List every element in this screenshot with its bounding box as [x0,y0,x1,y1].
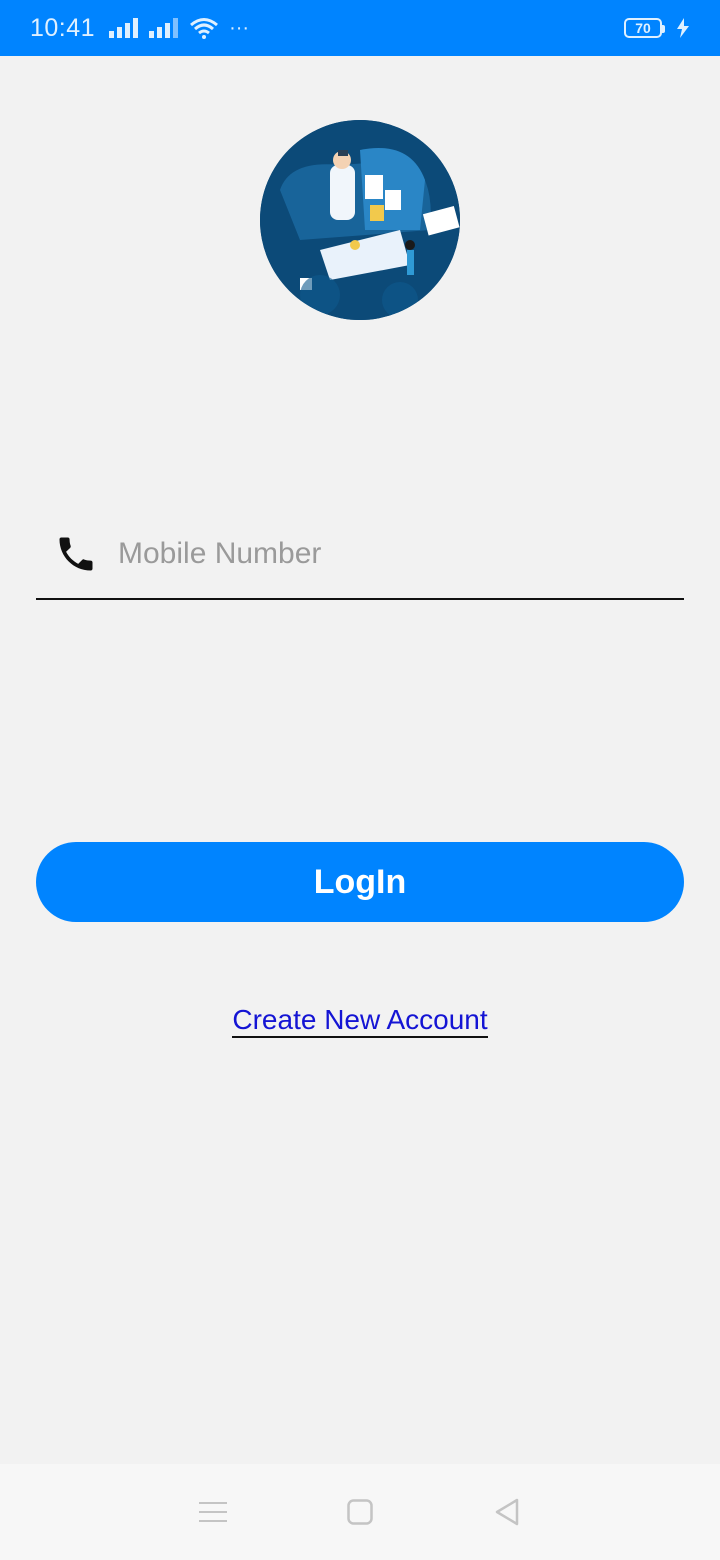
login-screen: 10:41 ··· 70 Mobile Number LogIn Create … [0,0,720,1560]
status-icons: ··· [109,17,249,40]
nav-menu-button[interactable] [191,1490,235,1534]
wifi-icon [190,18,219,39]
status-bar: 10:41 ··· 70 [0,0,720,56]
nav-back-button[interactable] [485,1490,529,1534]
doctor-illustration-icon [260,120,460,320]
more-icon: ··· [229,16,250,39]
status-time: 10:41 [30,13,96,42]
mobile-number-input[interactable] [118,537,638,571]
login-button[interactable]: LogIn [36,842,684,922]
phone-icon [59,537,93,571]
battery-level: 70 [635,20,651,36]
menu-icon [199,1502,228,1522]
nav-home-button[interactable] [338,1490,382,1534]
signal-icon [109,18,139,38]
status-right: 70 [624,18,690,38]
battery-icon: 70 [624,18,665,38]
charging-icon [677,18,689,38]
create-account-container: Create New Account [0,1004,720,1038]
app-logo [260,120,460,320]
create-account-link[interactable]: Create New Account [232,1004,488,1038]
home-square-icon [347,1499,373,1525]
signal-icon-2 [149,18,179,38]
system-nav-bar [0,1464,720,1560]
mobile-number-field[interactable] [36,510,684,600]
back-triangle-icon [495,1498,518,1526]
